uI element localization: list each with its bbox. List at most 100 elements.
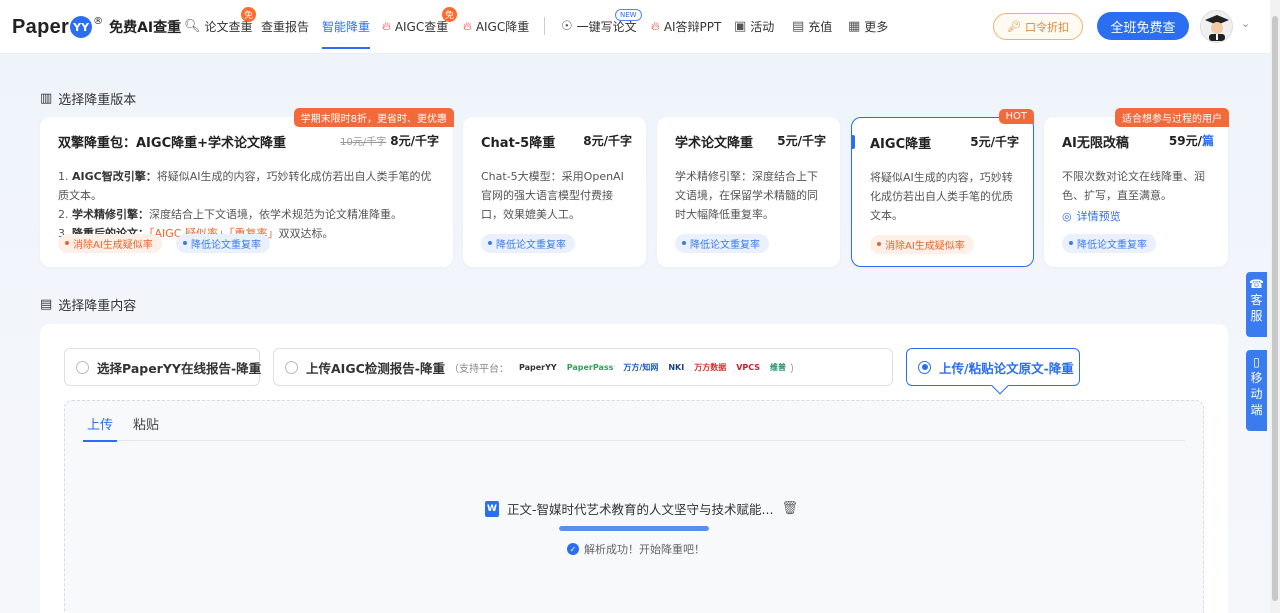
page-scrollbar[interactable]: [1270, 0, 1280, 613]
nav-label: 查重报告: [261, 20, 310, 34]
platform-logo-cnki: NKI: [668, 362, 685, 372]
class-free-check-button[interactable]: 全班免费查: [1097, 12, 1189, 40]
card-description: 将疑似AI生成的内容，巧妙转化成仿若出自人类手笔的优质文本。: [870, 171, 1013, 222]
line-num: 1.: [58, 170, 69, 183]
platform-logo-weipu: 维普: [770, 362, 787, 372]
nav-divider: [544, 17, 545, 35]
nav-label: AI答辩PPT: [663, 20, 722, 34]
nav-label: AIGC降重: [475, 20, 530, 34]
top-navbar: Paper YY ® 免费AI查重 🔍︎ 论文查重 免 查重报告 智能降重 🔥︎…: [0, 0, 1280, 54]
scrollbar-thumb[interactable]: [1272, 16, 1278, 601]
grid-icon: ▦: [848, 19, 861, 34]
parse-status: ✓ 解析成功！开始降重吧！: [567, 541, 705, 557]
brand-logo[interactable]: Paper YY ® 免费AI查重: [12, 13, 181, 41]
check-circle-icon: ✓: [567, 543, 579, 555]
version-card-chat5[interactable]: Chat-5降重 8元/千字 Chat-5大模型：采用OpenAI官网的强大语言…: [463, 117, 646, 267]
side-char: 动: [1250, 387, 1263, 401]
mobile-app-button[interactable]: ▯ 移 动 端: [1246, 350, 1267, 431]
card-title: AI无限改稿: [1062, 136, 1129, 151]
platform-logo-3: 万方/知网: [623, 362, 659, 372]
platform-logo-wanfang: 万方数据: [694, 362, 727, 372]
tab-paste[interactable]: 粘贴: [133, 414, 159, 433]
hot-ribbon: HOT: [998, 109, 1034, 124]
card-title: AIGC降重: [870, 137, 932, 152]
line-num: 2.: [58, 208, 69, 221]
free-badge: 免: [241, 7, 256, 22]
side-char: 客: [1250, 293, 1263, 307]
new-badge: NEW: [615, 9, 642, 21]
section-title-text: 选择降重内容: [58, 299, 137, 314]
nav-item-activity[interactable]: ▣ 活动: [734, 18, 774, 35]
version-card-unlimited[interactable]: 适合想参与过程的用户 AI无限改稿 59元/篇 不限次数对论文在线降重、润色、扩…: [1044, 108, 1229, 267]
card-price: 5元/千字: [970, 135, 1019, 149]
card-description: 学术精修引擎：深度结合上下文语境，在保留学术精髓的同时大幅降低重复率。: [675, 170, 818, 221]
preview-label: 详情预览: [1076, 210, 1121, 223]
platform-note: （支持平台：: [448, 363, 509, 375]
section-title-text: 选择降重版本: [58, 93, 137, 108]
nav-item-aigc-check[interactable]: 🔥︎ AIGC查重: [382, 18, 448, 35]
card-title: 双擎降重包：AIGC降重+学术论文降重: [58, 136, 287, 151]
option-online-report[interactable]: 选择PaperYY在线报告-降重: [64, 348, 262, 386]
active-caret: [991, 377, 1009, 395]
word-doc-icon: W: [485, 500, 499, 517]
trash-icon[interactable]: 🗑︎: [781, 501, 798, 516]
line-text: 深度结合上下文语境，依学术规范为论文精准降重。: [149, 208, 402, 221]
brand-reg: ®: [93, 15, 104, 27]
option-label: 选择PaperYY在线报告-降重: [97, 360, 262, 376]
discount-code-button[interactable]: 🔑︎ 口令折扣: [993, 13, 1083, 40]
line-head: 学术精修引擎：: [72, 208, 149, 221]
platform-logo-paperpass: PaperPass: [566, 362, 614, 372]
price-unit: 篇: [1201, 134, 1214, 148]
version-card-dual[interactable]: 学期末限时8折，更省时、更优惠 双擎降重包：AIGC降重+学术论文降重 10元/…: [40, 108, 454, 267]
tab-upload[interactable]: 上传: [82, 414, 118, 442]
radio-button-checked[interactable]: [918, 360, 931, 374]
radio-button[interactable]: [76, 360, 89, 374]
status-text: 解析成功！开始降重吧！: [584, 543, 705, 556]
headset-icon: ☎︎: [1249, 277, 1264, 291]
nav-item-check[interactable]: 🔍︎ 论文查重: [184, 18, 253, 35]
nav-label: 充值: [808, 20, 833, 34]
brand-subtitle: 免费AI查重: [109, 20, 182, 36]
file-name: 正文-智媒时代艺术教育的人文坚守与技术赋能...: [507, 502, 774, 517]
current-price: 8元/千字: [390, 134, 439, 148]
details-preview-link[interactable]: ◎ 详情预览: [1062, 208, 1121, 224]
feature-tag: 降低论文重复率: [1062, 234, 1156, 253]
side-char: 移: [1250, 371, 1263, 385]
upload-area[interactable]: 上传 粘贴 W 正文-智媒时代艺术教育的人文坚守与技术赋能... 🗑︎ ✓ 解析…: [64, 400, 1204, 613]
nav-item-more[interactable]: ▦ 更多: [848, 18, 888, 35]
radio-button[interactable]: [285, 360, 298, 374]
feature-line: 1. AIGC智改引擎：将疑似AI生成的内容，巧妙转化成仿若出自人类手笔的优质文…: [58, 167, 439, 205]
card-description: 1. AIGC智改引擎：将疑似AI生成的内容，巧妙转化成仿若出自人类手笔的优质文…: [58, 167, 439, 243]
nav-item-rewrite[interactable]: 智能降重: [322, 18, 371, 49]
option-upload-aigc-report[interactable]: 上传AIGC检测报告-降重 （支持平台： PaperYY PaperPass 万…: [273, 348, 893, 386]
version-card-aigc[interactable]: HOT AIGC降重 5元/千字 将疑似AI生成的内容，巧妙转化成仿若出自人类手…: [851, 109, 1034, 267]
fire-icon: 🔥︎: [382, 19, 391, 33]
version-card-academic[interactable]: 学术论文降重 5元/千字 学术精修引擎：深度结合上下文语境，在保留学术精髓的同时…: [657, 117, 840, 267]
card-description: 不限次数对论文在线降重、润色、扩写，直至满意。: [1062, 170, 1205, 202]
nav-item-ppt[interactable]: 🔥︎ AI答辩PPT: [651, 18, 721, 35]
nav-label: 活动: [750, 20, 775, 34]
eye-icon: ◎: [1062, 209, 1072, 223]
platform-note-end: ）: [790, 363, 801, 375]
fire-icon: 🔥︎: [651, 19, 660, 33]
chevron-down-icon[interactable]: ⌄: [1241, 17, 1250, 30]
feature-tag: 降低论文重复率: [675, 234, 769, 253]
nav-item-report[interactable]: 查重报告: [261, 18, 309, 35]
feature-line: 2. 学术精修引擎：深度结合上下文语境，依学术规范为论文精准降重。: [58, 205, 439, 224]
user-avatar[interactable]: [1200, 10, 1233, 43]
content-section-title: ▤ 选择降重内容: [40, 295, 136, 314]
customer-service-button[interactable]: ☎︎ 客 服: [1246, 272, 1267, 337]
layout-icon: ▥: [40, 91, 53, 106]
option-upload-paste-paper[interactable]: 上传/粘贴论文原文-降重: [906, 348, 1080, 395]
feature-tag: 降低论文重复率: [481, 234, 575, 253]
nav-item-recharge[interactable]: ▤ 充值: [792, 18, 832, 35]
side-char: 服: [1250, 309, 1263, 323]
nav-label: 智能降重: [322, 20, 371, 34]
brand-name: Paper: [12, 15, 70, 38]
line-text: 双双达标。: [278, 227, 334, 240]
nav-item-aigc-rewrite[interactable]: 🔥︎ AIGC降重: [463, 18, 529, 35]
feature-tag: 消除AI生成疑似率: [870, 235, 974, 254]
uploaded-file: W 正文-智媒时代艺术教育的人文坚守与技术赋能... 🗑︎: [485, 499, 798, 518]
promo-ribbon: 学期末限时8折，更省时、更优惠: [293, 108, 454, 127]
progress-fill: [559, 526, 709, 531]
